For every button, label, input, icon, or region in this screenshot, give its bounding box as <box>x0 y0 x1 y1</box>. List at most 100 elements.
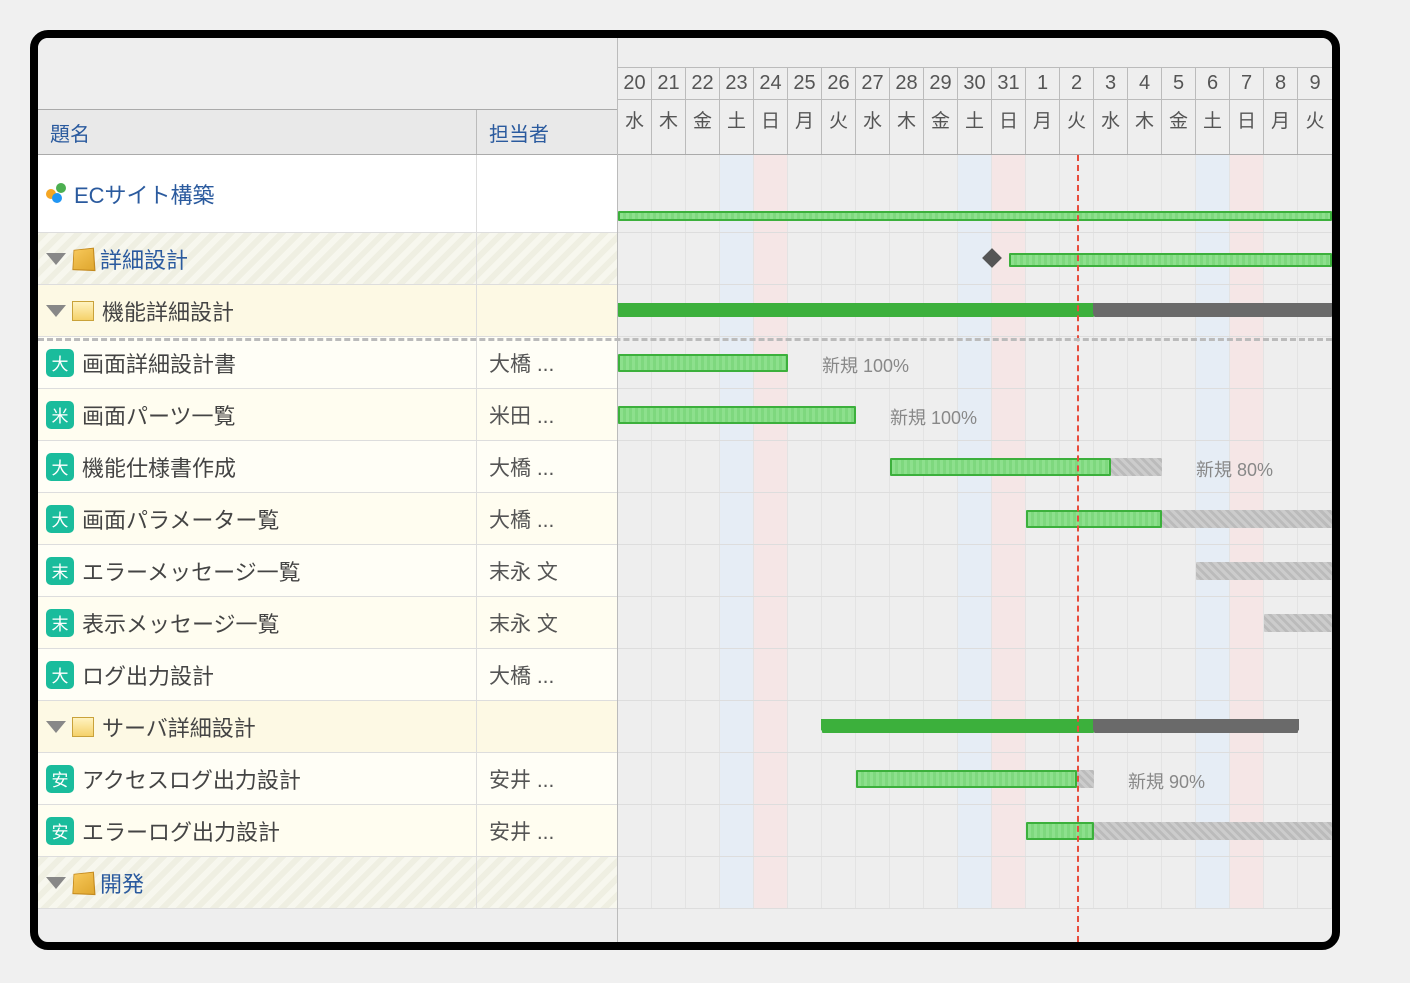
task-bar-remaining[interactable] <box>1196 562 1332 580</box>
task-bar-remaining[interactable] <box>1111 458 1162 476</box>
summary-bar[interactable] <box>618 303 1094 317</box>
day-number: 21 <box>652 68 685 100</box>
timeline-day-column: 28木 <box>890 68 924 154</box>
day-label: 月 <box>1264 100 1297 139</box>
collapse-icon[interactable] <box>46 253 66 265</box>
group-row[interactable]: 詳細設計 <box>38 233 617 285</box>
subgroup-row[interactable]: サーバ詳細設計 <box>38 701 617 753</box>
day-label: 金 <box>924 100 957 139</box>
task-row[interactable]: 安 アクセスログ出力設計 安井 ... <box>38 753 617 805</box>
day-label: 火 <box>822 100 855 139</box>
timeline-day-column: 24日 <box>754 68 788 154</box>
project-icon <box>46 183 68 205</box>
task-bar-progress[interactable] <box>1026 510 1162 528</box>
task-bar-remaining[interactable] <box>1264 614 1332 632</box>
gantt-row <box>618 701 1332 753</box>
task-bar-progress[interactable] <box>1026 822 1094 840</box>
day-number: 25 <box>788 68 821 100</box>
column-title-header[interactable]: 題名 <box>38 110 477 154</box>
task-label[interactable]: エラーメッセージ一覧 <box>82 555 301 587</box>
task-bar-progress[interactable] <box>856 770 1077 788</box>
task-bar-remaining[interactable] <box>1162 510 1332 528</box>
task-bar-progress[interactable] <box>618 406 856 424</box>
timeline-day-column: 30土 <box>958 68 992 154</box>
assignee-badge: 末 <box>46 609 74 637</box>
summary-bar-remaining[interactable] <box>1094 303 1332 317</box>
assignee-badge: 米 <box>46 401 74 429</box>
task-row[interactable]: 安 エラーログ出力設計 安井 ... <box>38 805 617 857</box>
task-row[interactable]: 末 表示メッセージ一覧 末永 文 <box>38 597 617 649</box>
gantt-row: 新規 100% <box>618 337 1332 389</box>
task-label[interactable]: 画面パーツ一覧 <box>82 399 236 431</box>
timeline-day-column: 1月 <box>1026 68 1060 154</box>
column-assignee-header[interactable]: 担当者 <box>477 110 617 154</box>
task-row[interactable]: 大 機能仕様書作成 大橋 ... <box>38 441 617 493</box>
timeline-day-column: 7日 <box>1230 68 1264 154</box>
task-label[interactable]: エラーログ出力設計 <box>82 815 280 847</box>
day-number: 24 <box>754 68 787 100</box>
task-row[interactable]: 大 ログ出力設計 大橋 ... <box>38 649 617 701</box>
project-name[interactable]: ECサイト構築 <box>74 178 215 210</box>
timeline-day-column: 2火 <box>1060 68 1094 154</box>
task-bar-remaining[interactable] <box>1094 822 1332 840</box>
task-row[interactable]: 米 画面パーツ一覧 米田 ... <box>38 389 617 441</box>
gantt-row <box>618 805 1332 857</box>
assignee-cell: 安井 ... <box>477 816 617 846</box>
task-bar-progress[interactable] <box>618 354 788 372</box>
task-rows: ECサイト構築 詳細設計 機能詳細設計 <box>38 155 617 942</box>
timeline-day-column: 22金 <box>686 68 720 154</box>
day-number: 28 <box>890 68 923 100</box>
column-headers: 題名 担当者 <box>38 110 617 155</box>
gantt-chart[interactable]: 新規 100%新規 100%新規 80%新規 90% <box>618 155 1332 942</box>
task-label[interactable]: 表示メッセージ一覧 <box>82 607 280 639</box>
assignee-badge: 大 <box>46 505 74 533</box>
day-label: 火 <box>1060 100 1093 139</box>
timeline-day-column: 3水 <box>1094 68 1128 154</box>
day-number: 22 <box>686 68 719 100</box>
day-label: 水 <box>856 100 889 139</box>
gantt-row <box>618 493 1332 545</box>
package-icon <box>72 871 95 894</box>
summary-bar[interactable] <box>822 719 1094 733</box>
collapse-icon[interactable] <box>46 305 66 317</box>
day-number: 8 <box>1264 68 1297 100</box>
day-label: 水 <box>618 100 651 139</box>
timeline-day-column: 9火 <box>1298 68 1332 154</box>
group-row[interactable]: 開発 <box>38 857 617 909</box>
project-row[interactable]: ECサイト構築 <box>38 155 617 233</box>
day-label: 木 <box>652 100 685 139</box>
task-row[interactable]: 大 画面パラメーター覧 大橋 ... <box>38 493 617 545</box>
timeline-day-column: 26火 <box>822 68 856 154</box>
task-row[interactable]: 末 エラーメッセージ一覧 末永 文 <box>38 545 617 597</box>
gantt-panel: 20水21木22金23土24日25月26火27水28木29金30土31日1月2火… <box>618 38 1332 942</box>
task-label[interactable]: 機能仕様書作成 <box>82 451 236 483</box>
assignee-cell: 末永 文 <box>477 608 617 638</box>
day-number: 20 <box>618 68 651 100</box>
subgroup-row[interactable]: 機能詳細設計 <box>38 285 617 337</box>
task-label[interactable]: アクセスログ出力設計 <box>82 763 301 795</box>
gantt-row <box>618 597 1332 649</box>
assignee-badge: 末 <box>46 557 74 585</box>
collapse-icon[interactable] <box>46 721 66 733</box>
group-label[interactable]: 開発 <box>100 867 144 899</box>
day-label: 水 <box>1094 100 1127 139</box>
task-status-label: 新規 100% <box>890 404 977 430</box>
group-bar[interactable] <box>1009 253 1332 267</box>
task-label[interactable]: 画面パラメーター覧 <box>82 503 279 535</box>
gantt-row: 新規 100% <box>618 389 1332 441</box>
task-label[interactable]: ログ出力設計 <box>82 659 214 691</box>
group-label[interactable]: 詳細設計 <box>100 243 188 275</box>
day-number: 7 <box>1230 68 1263 100</box>
subgroup-label[interactable]: 機能詳細設計 <box>102 295 234 327</box>
day-number: 29 <box>924 68 957 100</box>
summary-bar-remaining[interactable] <box>1094 719 1298 733</box>
day-label: 土 <box>958 100 991 139</box>
day-label: 月 <box>1026 100 1059 139</box>
task-row[interactable]: 大 画面詳細設計書 大橋 ... <box>38 337 617 389</box>
collapse-icon[interactable] <box>46 877 66 889</box>
task-bar-remaining[interactable] <box>1077 770 1094 788</box>
subgroup-label[interactable]: サーバ詳細設計 <box>102 711 256 743</box>
task-label[interactable]: 画面詳細設計書 <box>82 347 236 379</box>
assignee-badge: 安 <box>46 817 74 845</box>
project-bar[interactable] <box>618 211 1332 221</box>
